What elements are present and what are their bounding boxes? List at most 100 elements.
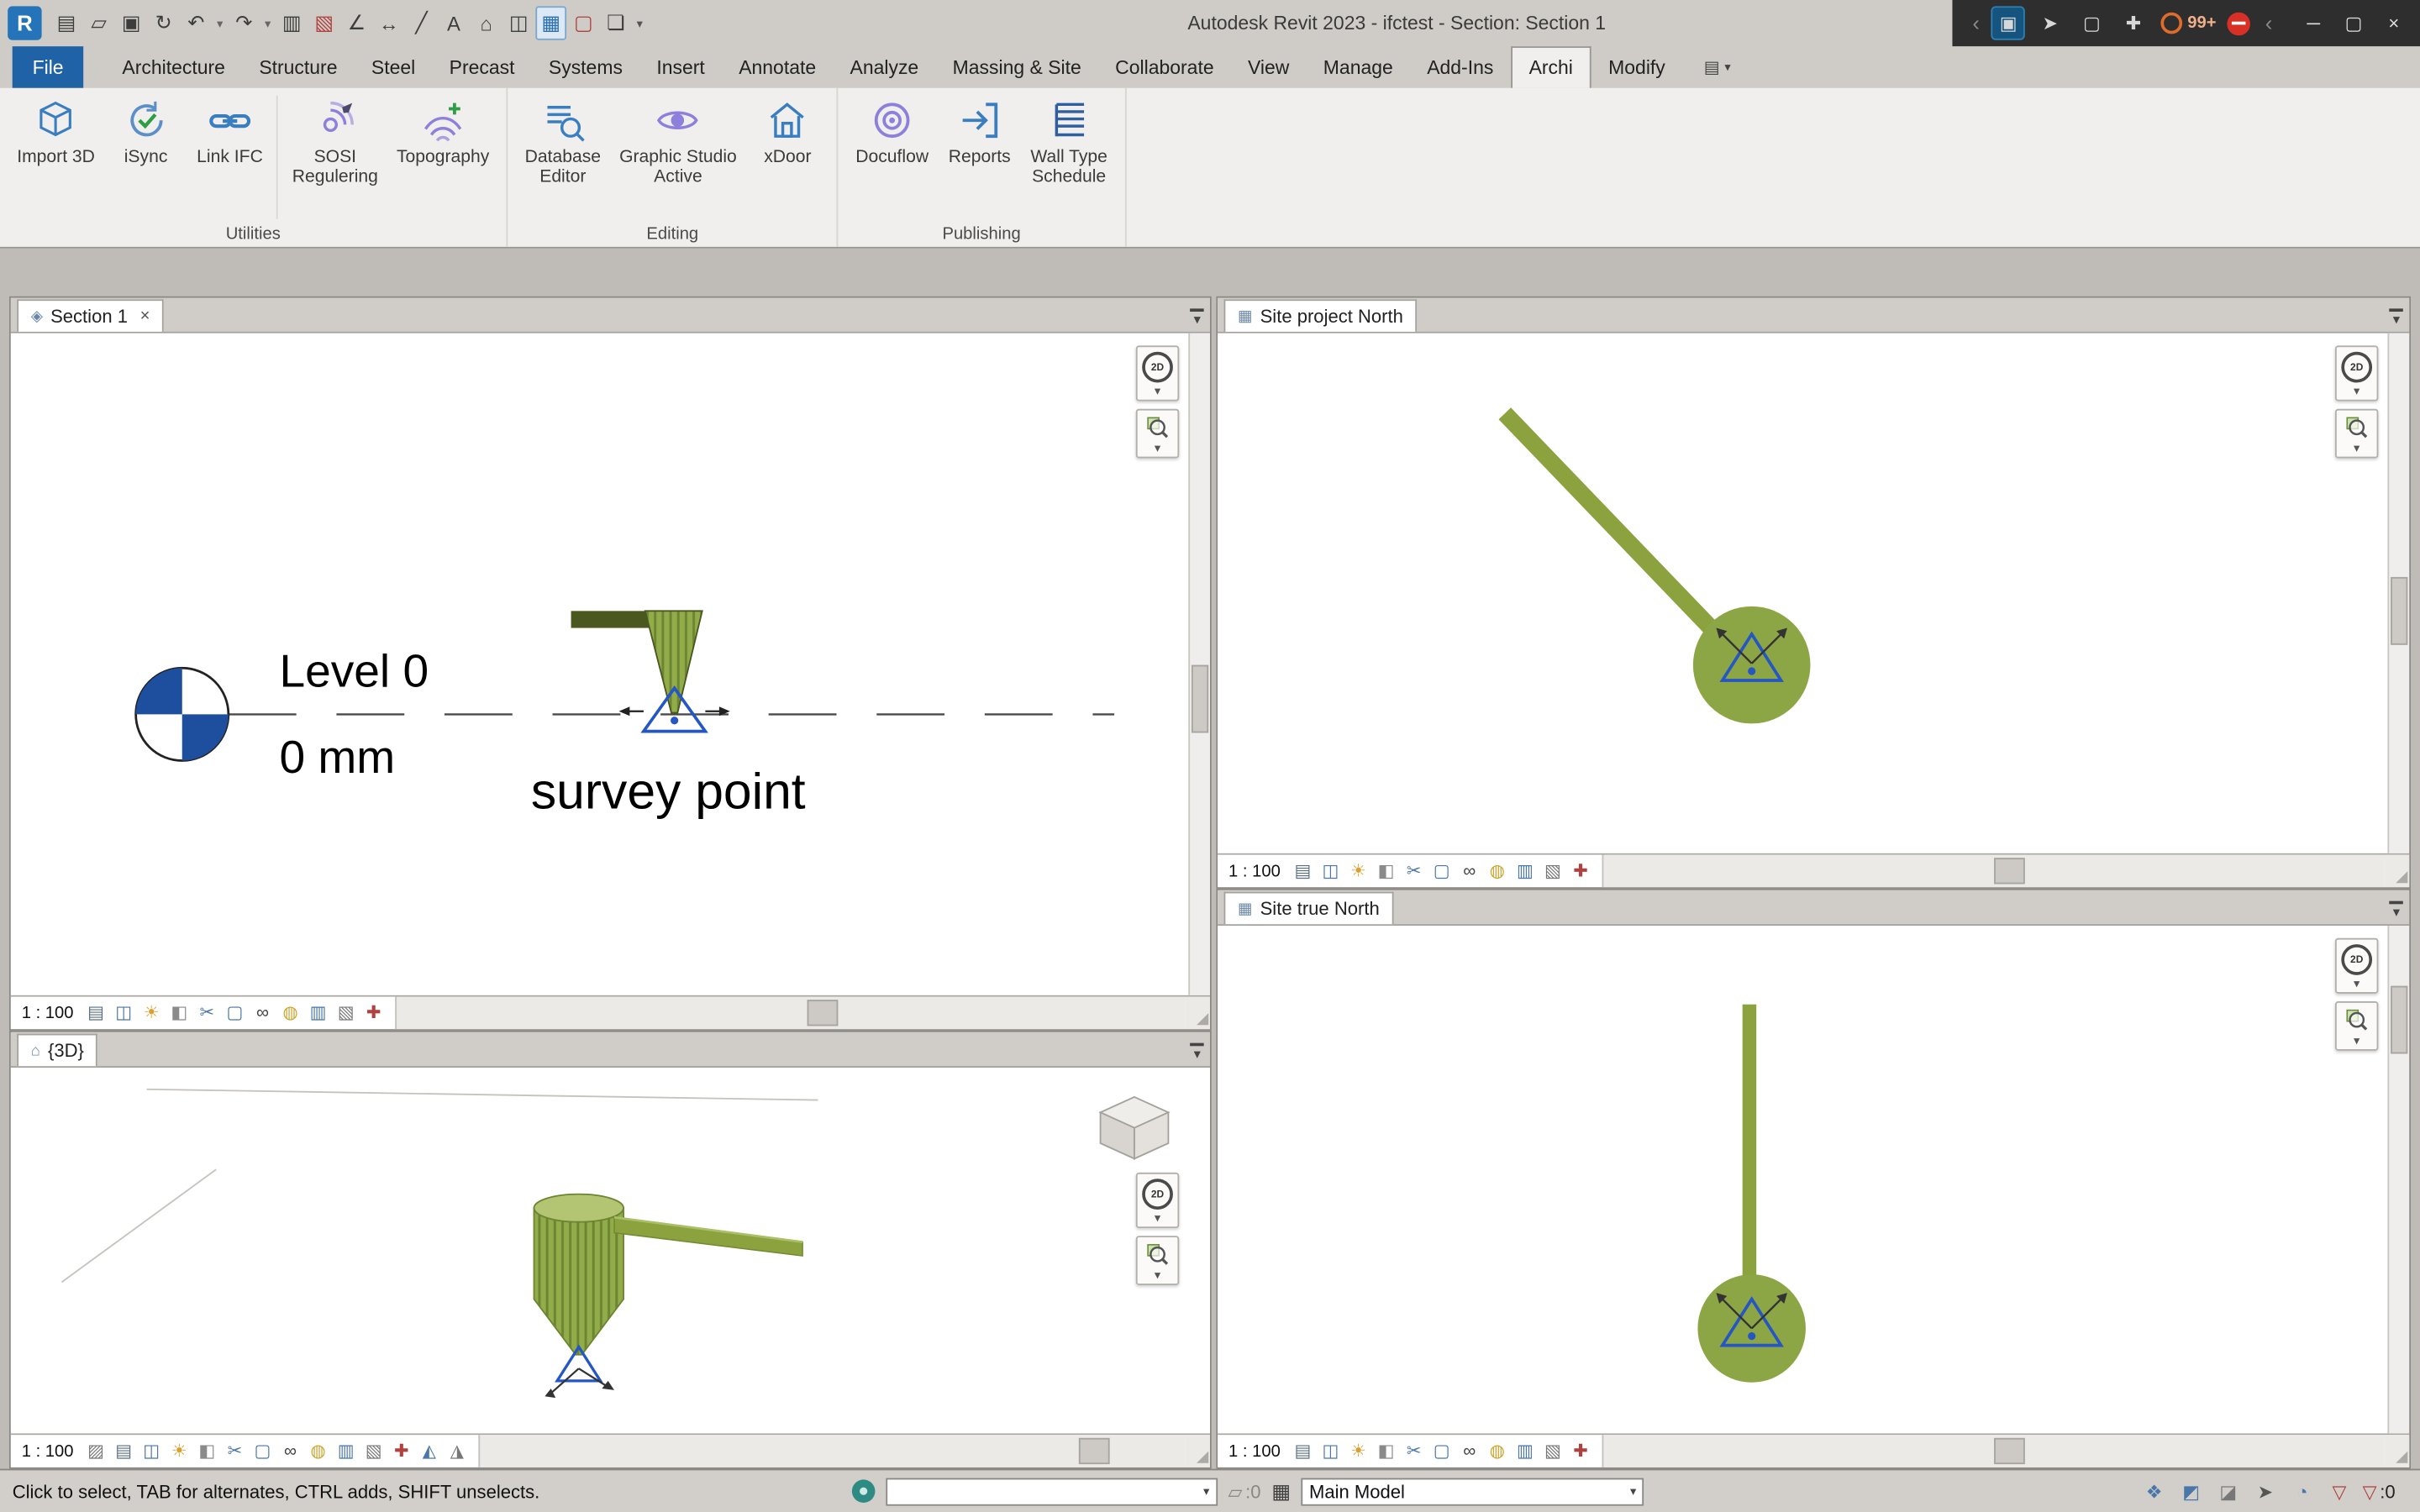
- resize-grip[interactable]: ◢: [1186, 997, 1210, 1030]
- three-d-canvas[interactable]: 2D ▾ ▾: [11, 1068, 1210, 1433]
- documents-icon[interactable]: ▤: [51, 6, 82, 39]
- view-scale-button[interactable]: 1 : 100: [1218, 855, 1292, 888]
- default-3d-view-icon[interactable]: ⌂: [471, 6, 502, 39]
- temporary-view-properties-icon[interactable]: ▥: [307, 1000, 330, 1025]
- status-combobox[interactable]: ▾: [886, 1478, 1218, 1505]
- undo-caret[interactable]: ▾: [213, 6, 227, 39]
- show-crop-region-icon[interactable]: ▢: [1430, 1439, 1454, 1463]
- worksharing-display-icon[interactable]: ▧: [1541, 1439, 1565, 1463]
- wheel-options-caret[interactable]: ▾: [1155, 386, 1160, 396]
- temporary-view-properties-icon[interactable]: ▥: [1513, 858, 1537, 883]
- vertical-scrollbar[interactable]: [2387, 926, 2409, 1433]
- view-scale-button[interactable]: 1 : 100: [1218, 1435, 1292, 1467]
- zoom-options-caret[interactable]: ▾: [1155, 1270, 1160, 1281]
- view-scale-button[interactable]: 1 : 100: [11, 1435, 85, 1467]
- crop-view-icon[interactable]: ✂: [196, 1000, 219, 1025]
- steering-wheel-icon[interactable]: 2D: [2341, 352, 2372, 383]
- crop-view-icon[interactable]: ✂: [1402, 1439, 1426, 1463]
- isync-button[interactable]: iSync: [104, 94, 187, 171]
- design-options-icon[interactable]: ◩: [2177, 1478, 2205, 1505]
- view-scale-button[interactable]: 1 : 100: [11, 997, 85, 1030]
- reveal-constraints-icon[interactable]: ✚: [1569, 858, 1592, 883]
- show-rendering-dialog-icon[interactable]: ▨: [84, 1439, 108, 1463]
- resize-grip[interactable]: ◢: [2385, 1435, 2409, 1467]
- sun-path-icon[interactable]: ☀: [139, 1000, 163, 1025]
- show-crop-region-icon[interactable]: ▢: [251, 1439, 275, 1463]
- horizontal-scroll-thumb[interactable]: [1994, 1438, 2025, 1464]
- level-head[interactable]: [136, 668, 229, 760]
- zoom-options-caret[interactable]: ▾: [1155, 443, 1160, 454]
- vertical-scroll-thumb[interactable]: [2391, 987, 2407, 1055]
- section-icon[interactable]: ◫: [503, 6, 534, 39]
- property-line[interactable]: [1743, 1005, 1757, 1279]
- ribbon-tab[interactable]: Structure: [242, 46, 355, 88]
- topography-button[interactable]: Topography: [387, 94, 498, 171]
- worksharing-display-icon[interactable]: ▧: [1541, 858, 1565, 883]
- site-circle[interactable]: [1693, 606, 1811, 724]
- view-tab-menu-caret[interactable]: ▾: [2390, 901, 2403, 920]
- selection-filter-count[interactable]: ▽ :0: [2363, 1480, 2396, 1502]
- file-tab[interactable]: File: [13, 46, 84, 88]
- model-line-icon[interactable]: ╱: [406, 6, 437, 39]
- detail-level-icon[interactable]: ▤: [1292, 858, 1315, 883]
- shadows-icon[interactable]: ◧: [168, 1000, 192, 1025]
- reveal-constraints-icon[interactable]: ✚: [1569, 1439, 1592, 1463]
- draw-pointer-icon[interactable]: ✚: [2117, 6, 2150, 39]
- show-crop-region-icon[interactable]: ▢: [224, 1000, 247, 1025]
- tab-3d[interactable]: ⌂ {3D}: [17, 1034, 97, 1067]
- visual-style-icon[interactable]: ◫: [1319, 858, 1343, 883]
- overlay-chevron-icon[interactable]: ‹: [2261, 6, 2276, 39]
- horizontal-scroll-thumb[interactable]: [807, 1000, 838, 1026]
- worksharing-display-icon[interactable]: ▧: [362, 1439, 386, 1463]
- ribbon-display-toggle[interactable]: ▤ ▾: [1704, 46, 1731, 88]
- reveal-constraints-icon[interactable]: ✚: [362, 1000, 386, 1025]
- show-crop-region-icon[interactable]: ▢: [1430, 858, 1454, 883]
- detail-level-icon[interactable]: ▤: [84, 1000, 108, 1025]
- reveal-hidden-elements-icon[interactable]: ◍: [1486, 858, 1509, 883]
- tab-site-project-north[interactable]: ▦ Site project North: [1224, 299, 1418, 332]
- tab-site-true-north[interactable]: ▦ Site true North: [1224, 892, 1394, 925]
- background-processes-icon[interactable]: ◔: [2288, 1478, 2316, 1505]
- import-3d-button[interactable]: Import 3D: [8, 94, 104, 171]
- worksharing-display-icon[interactable]: ▧: [334, 1000, 358, 1025]
- vertical-scrollbar[interactable]: [2387, 333, 2409, 853]
- database-editor-button[interactable]: Database Editor: [516, 94, 610, 192]
- export-pdf-icon[interactable]: ▧: [308, 6, 339, 39]
- resize-grip[interactable]: ◢: [1186, 1435, 1210, 1467]
- undo-icon[interactable]: ↶: [181, 6, 212, 39]
- temporary-hide-isolate-icon[interactable]: ∞: [1458, 1439, 1481, 1463]
- reveal-hidden-elements-icon[interactable]: ◍: [307, 1439, 330, 1463]
- steering-wheel-icon[interactable]: 2D: [2341, 944, 2372, 975]
- zoom-icon[interactable]: [1145, 1242, 1170, 1267]
- level-elevation-label[interactable]: 0 mm: [279, 732, 395, 785]
- wheel-options-caret[interactable]: ▾: [2354, 978, 2360, 989]
- reveal-hidden-elements-icon[interactable]: ◍: [279, 1000, 302, 1025]
- resize-grip[interactable]: ◢: [2385, 855, 2409, 888]
- ribbon-tab[interactable]: Precast: [432, 46, 531, 88]
- tab-section-1[interactable]: ◈ Section 1 ×: [17, 299, 164, 332]
- horizontal-scrollbar[interactable]: [478, 1435, 1186, 1467]
- text-icon[interactable]: A: [439, 6, 470, 39]
- redo-caret[interactable]: ▾: [260, 6, 275, 39]
- wheel-options-caret[interactable]: ▾: [2354, 386, 2360, 396]
- graphic-studio-button[interactable]: Graphic Studio Active: [610, 94, 746, 192]
- section-canvas[interactable]: Level 0 0 mm survey point 2D ▾ ▾: [11, 333, 1210, 995]
- qat-menu-caret[interactable]: ▾: [633, 6, 647, 39]
- steering-wheel-icon[interactable]: 2D: [1142, 1179, 1173, 1210]
- aligned-dimension-icon[interactable]: ↔: [373, 6, 404, 39]
- wheel-options-caret[interactable]: ▾: [1155, 1213, 1160, 1224]
- active-model-dropdown[interactable]: Main Model ▾: [1302, 1478, 1644, 1505]
- view-tab-menu-caret[interactable]: ▾: [2390, 308, 2403, 327]
- shadows-icon[interactable]: ◧: [1375, 858, 1398, 883]
- reports-button[interactable]: Reports: [938, 94, 1021, 171]
- ribbon-tab[interactable]: Manage: [1307, 46, 1410, 88]
- xdoor-button[interactable]: xDoor: [746, 94, 829, 171]
- press-drag-icon[interactable]: ➤: [2251, 1478, 2279, 1505]
- vertical-scroll-thumb[interactable]: [2391, 578, 2407, 646]
- temporary-hide-isolate-icon[interactable]: ∞: [279, 1439, 302, 1463]
- detail-level-icon[interactable]: ▤: [1292, 1439, 1315, 1463]
- ribbon-tab[interactable]: Massing & Site: [935, 46, 1098, 88]
- ribbon-tab[interactable]: View: [1231, 46, 1307, 88]
- vertical-scroll-thumb[interactable]: [1192, 664, 1208, 732]
- notifications-badge[interactable]: 99+: [2161, 13, 2217, 34]
